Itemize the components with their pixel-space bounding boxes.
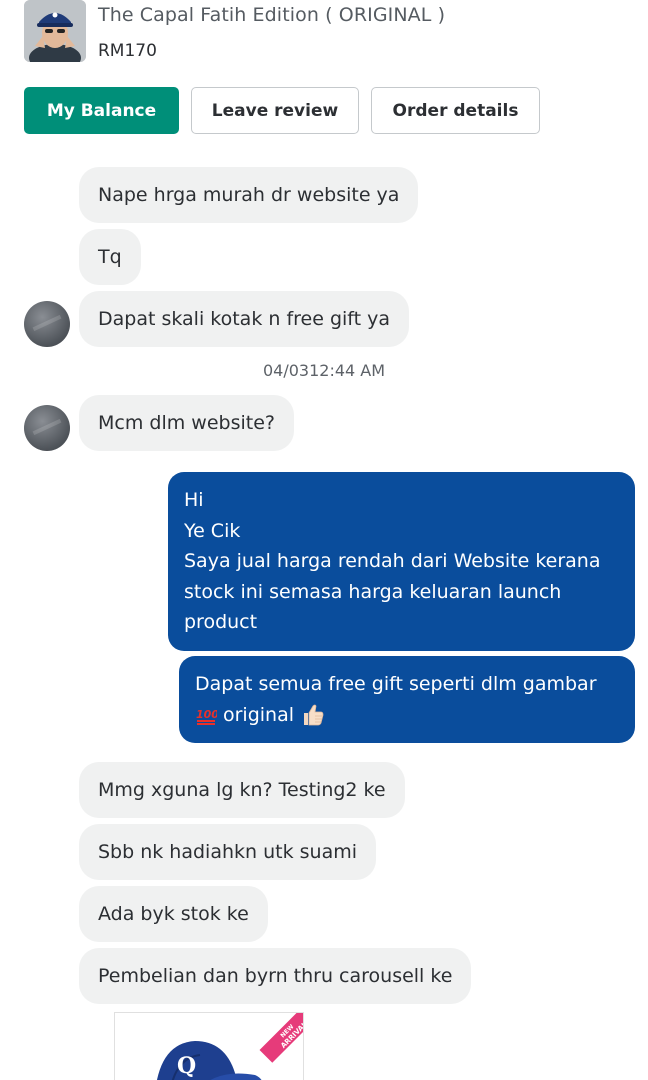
thumbs-up-icon — [300, 702, 326, 728]
incoming-message: Sbb nk hadiahkn utk suami — [79, 824, 377, 880]
incoming-message: Nape hrga murah dr website ya — [79, 167, 419, 223]
outgoing-message-line: Hi — [184, 489, 204, 511]
sender-avatar[interactable] — [24, 301, 70, 347]
incoming-message: Dapat skali kotak n free gift ya — [79, 291, 410, 347]
product-thumbnail[interactable] — [24, 0, 86, 62]
incoming-message: Tq — [79, 229, 141, 285]
outgoing-message-text: original — [223, 703, 295, 726]
outgoing-message-line-row: 100 original — [195, 700, 619, 731]
sender-avatar[interactable] — [24, 405, 70, 451]
incoming-message: Mmg xguna lg kn? Testing2 ke — [79, 762, 405, 818]
listing-header[interactable]: The Capal Fatih Edition ( ORIGINAL ) RM1… — [24, 0, 624, 70]
hundred-points-icon: 100 — [195, 704, 217, 726]
product-thumbnail-image — [24, 0, 86, 62]
product-title[interactable]: The Capal Fatih Edition ( ORIGINAL ) — [98, 4, 445, 26]
outgoing-message-line: Dapat semua free gift seperti dlm gambar — [195, 673, 597, 695]
outgoing-message: Hi Ye Cik Saya jual harga rendah dari We… — [168, 472, 635, 651]
outgoing-message-line: product — [184, 611, 258, 633]
incoming-message: Ada byk stok ke — [79, 886, 268, 942]
svg-text:100: 100 — [196, 708, 217, 721]
outgoing-message: Dapat semua free gift seperti dlm gambar… — [179, 656, 635, 743]
message-timestamp: 04/0312:44 AM — [262, 361, 386, 380]
incoming-message: Mcm dlm website? — [79, 395, 294, 451]
product-price: RM170 — [98, 41, 157, 61]
cap-product-image: Q NEW ARRIVAL — [115, 1013, 303, 1080]
outgoing-message-line: Saya jual harga rendah dari Website kera… — [184, 550, 601, 572]
svg-text:Q: Q — [177, 1053, 196, 1079]
leave-review-button[interactable]: Leave review — [191, 87, 359, 134]
outgoing-message-line: stock ini semasa harga keluaran launch — [184, 580, 562, 603]
image-attachment[interactable]: Q NEW ARRIVAL — [114, 1012, 304, 1080]
incoming-message: Pembelian dan byrn thru carousell ke — [79, 948, 472, 1004]
my-balance-button[interactable]: My Balance — [24, 87, 179, 134]
order-details-button[interactable]: Order details — [371, 87, 540, 134]
outgoing-message-line: Ye Cik — [184, 519, 241, 542]
